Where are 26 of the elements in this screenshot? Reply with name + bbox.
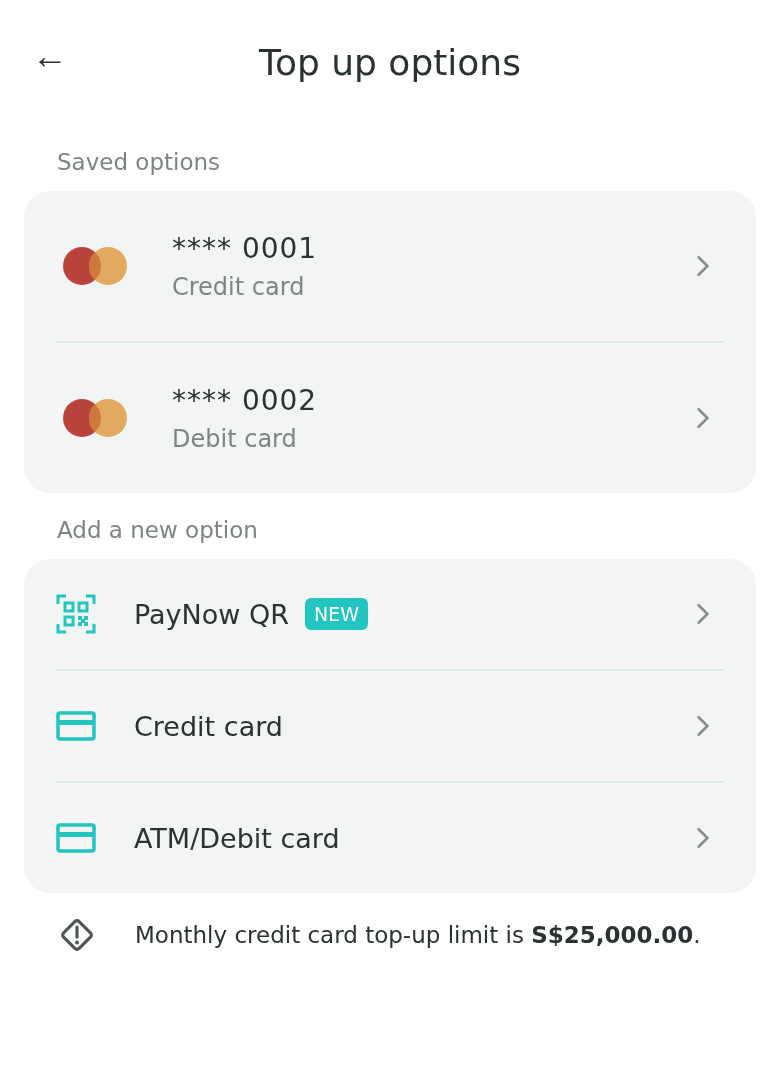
back-button[interactable]: ←: [28, 38, 72, 74]
qr-code-icon: [56, 594, 96, 634]
section-label: Saved options: [56, 148, 222, 177]
chevron-icon: [696, 255, 710, 277]
saved-card-item[interactable]: **** 0001 Credit card: [56, 191, 724, 341]
option-item[interactable]: ATM/Debit card: [56, 783, 724, 893]
chevron-icon: [696, 715, 710, 737]
page-title: Top up options: [259, 42, 521, 83]
option-label: PayNow QR: [134, 598, 289, 630]
saved-card-item[interactable]: **** 0002 Debit card: [56, 343, 724, 493]
option-label: ATM/Debit card: [134, 822, 340, 854]
new-badge: NEW: [305, 598, 368, 630]
option-item[interactable]: Credit card: [56, 671, 724, 781]
card-number: **** 0002: [172, 383, 319, 417]
chevron-icon: [696, 603, 710, 625]
chevron-icon: [696, 827, 710, 849]
section-label: Add a new option: [56, 516, 259, 545]
card-brand-icon: [62, 398, 128, 438]
card-number: **** 0001: [172, 231, 319, 265]
card-brand-icon: [62, 246, 128, 286]
card-type: Debit card: [172, 424, 298, 453]
chevron-icon: [696, 407, 710, 429]
limit-notice: Monthly credit card top-up limit is S$25,000.00.: [135, 921, 701, 950]
card-type: Credit card: [172, 272, 306, 301]
option-item[interactable]: PayNow QR NEW: [56, 559, 724, 669]
option-label: Credit card: [134, 710, 283, 742]
